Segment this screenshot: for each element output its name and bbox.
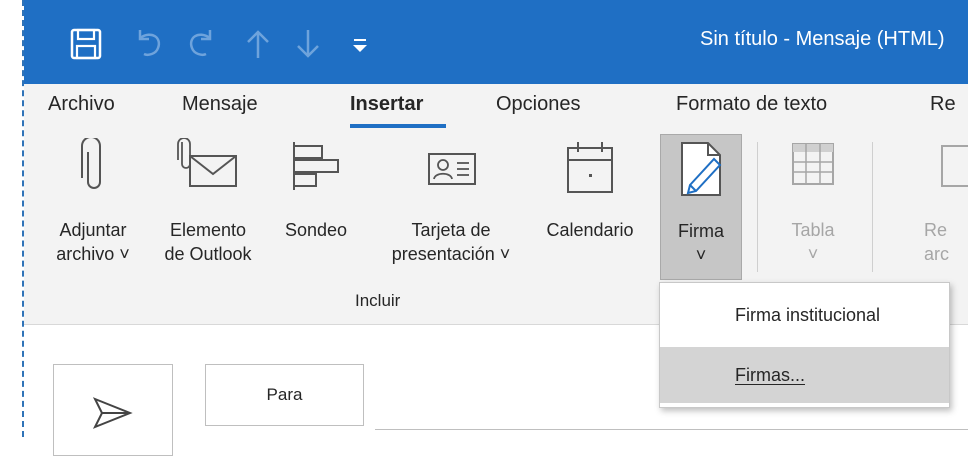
tab-formato-de-texto[interactable]: Formato de texto [676, 93, 827, 116]
window-title: Sin título - Mensaje (HTML) [700, 28, 945, 50]
outlook-item-icon [156, 138, 260, 198]
paperclip-icon [46, 138, 140, 198]
poll-label: Sondeo [284, 220, 348, 240]
menu-item-label: Firma institucional [735, 305, 881, 325]
redo-icon[interactable] [182, 24, 222, 64]
calendar-label: Calendario [546, 220, 634, 240]
partial-button-label-2: arc [924, 244, 950, 264]
business-card-button[interactable]: Tarjeta de presentación ˅ [386, 134, 516, 274]
up-arrow-icon[interactable] [238, 24, 278, 64]
table-icon [778, 138, 848, 198]
signature-icon [661, 139, 741, 199]
recipient-field-underline [375, 429, 968, 430]
group-label-incluir: Incluir [355, 291, 401, 310]
ribbon-divider [757, 142, 758, 272]
attach-file-label-1: Adjuntar [59, 220, 127, 240]
table-button[interactable]: Tabla ˅ [778, 134, 848, 274]
attach-file-label-2: archivo ˅ [56, 244, 130, 264]
tab-revisar[interactable]: Re [930, 93, 956, 116]
signature-label: Firma [678, 221, 724, 241]
menu-item-firma-institucional[interactable]: Firma institucional [660, 287, 949, 343]
active-tab-indicator [350, 124, 446, 128]
poll-icon [278, 138, 354, 198]
menu-item-firmas[interactable]: Firmas... [660, 347, 949, 403]
ribbon-divider [872, 142, 873, 272]
save-icon[interactable] [66, 24, 106, 64]
send-button[interactable] [53, 364, 173, 456]
signature-button[interactable]: Firma ˅ [660, 134, 742, 280]
down-arrow-icon[interactable] [288, 24, 328, 64]
signature-dropdown-menu: Firma institucional Firmas... [659, 282, 950, 408]
title-bar: Sin título - Mensaje (HTML) [24, 0, 968, 84]
dashed-border [22, 0, 24, 437]
outlook-item-label-1: Elemento [169, 220, 247, 240]
tab-mensaje[interactable]: Mensaje [182, 93, 258, 116]
customize-toolbar-icon[interactable] [340, 24, 380, 64]
send-icon [92, 397, 133, 429]
menu-item-label: Firmas... [735, 365, 805, 385]
tab-archivo[interactable]: Archivo [48, 93, 115, 116]
document-icon [924, 138, 968, 198]
poll-button[interactable]: Sondeo [278, 134, 354, 274]
business-card-icon [386, 138, 516, 198]
calendar-button[interactable]: Calendario [540, 134, 640, 274]
signature-chevron: ˅ [695, 245, 707, 265]
partial-button-label-1: Re [924, 220, 948, 240]
undo-icon[interactable] [128, 24, 168, 64]
outlook-item-button[interactable]: Elemento de Outlook [156, 134, 260, 274]
business-card-label-1: Tarjeta de [411, 220, 491, 240]
outlook-item-label-2: de Outlook [164, 244, 252, 264]
tab-insertar[interactable]: Insertar [350, 93, 423, 116]
table-chevron: ˅ [807, 244, 819, 264]
business-card-label-2: presentación ˅ [391, 244, 511, 264]
calendar-icon [540, 138, 640, 198]
attach-file-button[interactable]: Adjuntar archivo ˅ [46, 134, 140, 274]
table-label: Tabla [791, 220, 835, 240]
tab-opciones[interactable]: Opciones [496, 93, 581, 116]
to-button[interactable]: Para [205, 364, 364, 426]
partial-ribbon-button[interactable]: Re arc [924, 134, 968, 274]
